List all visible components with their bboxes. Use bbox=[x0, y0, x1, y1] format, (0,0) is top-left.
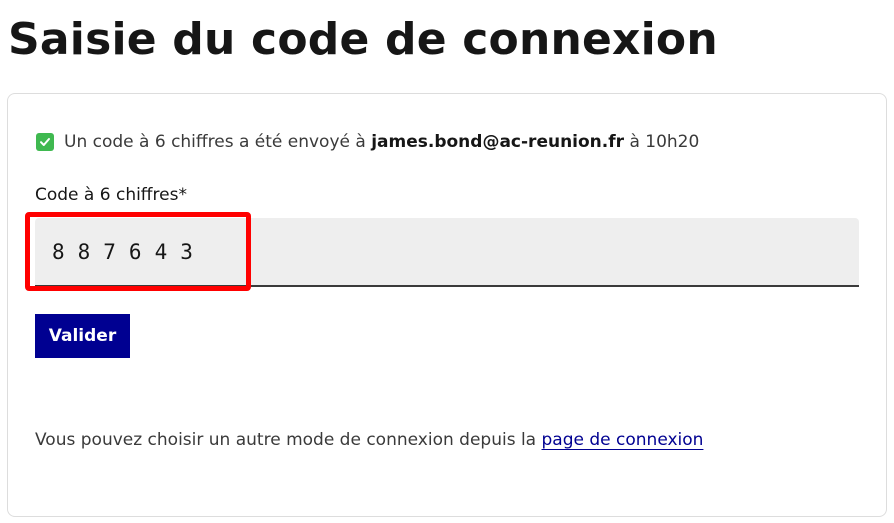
submit-button[interactable]: Valider bbox=[35, 314, 130, 358]
status-prefix: Un code à 6 chiffres a été envoyé à bbox=[64, 132, 366, 152]
status-suffix: à 10h20 bbox=[629, 132, 700, 152]
page-title: Saisie du code de connexion bbox=[8, 14, 718, 65]
code-sent-status: Un code à 6 chiffres a été envoyé à jame… bbox=[36, 132, 699, 152]
check-mark-icon bbox=[40, 138, 50, 146]
alternative-login-text: Vous pouvez choisir un autre mode de con… bbox=[35, 430, 703, 450]
status-email: james.bond@ac-reunion.fr bbox=[371, 132, 625, 152]
login-code-card: Un code à 6 chiffres a été envoyé à jame… bbox=[7, 93, 887, 517]
code-input[interactable] bbox=[35, 218, 859, 287]
code-field-label: Code à 6 chiffres* bbox=[35, 185, 187, 205]
alternative-login-prefix: Vous pouvez choisir un autre mode de con… bbox=[35, 430, 537, 450]
check-square-icon bbox=[36, 133, 54, 151]
login-page-link[interactable]: page de connexion bbox=[542, 430, 704, 450]
